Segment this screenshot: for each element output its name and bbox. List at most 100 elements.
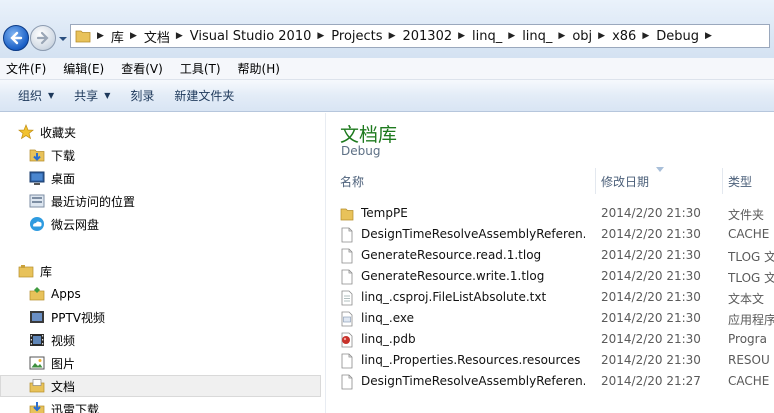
picture-icon: [29, 356, 45, 370]
file-name: linq_.csproj.FileListAbsolute.txt: [361, 290, 547, 304]
menu-file[interactable]: 文件(F): [6, 60, 46, 77]
chevron-down-icon: ▼: [48, 91, 55, 100]
breadcrumb-separator-icon[interactable]: ▶: [97, 31, 104, 41]
file-modified-date: 2014/2/20 21:30: [601, 332, 701, 346]
nav-item-desktop[interactable]: 桌面: [29, 167, 75, 189]
column-divider[interactable]: [722, 168, 723, 194]
file-modified-date: 2014/2/20 21:27: [601, 374, 701, 388]
breadcrumb-separator-icon[interactable]: ▶: [130, 31, 137, 41]
breadcrumb-item[interactable]: Debug: [656, 29, 699, 44]
nav-label: 图片: [51, 356, 76, 371]
share-button[interactable]: 共享 ▼: [74, 87, 110, 104]
nav-favorites[interactable]: 收藏夹: [18, 121, 76, 143]
nav-label: 微云网盘: [51, 217, 100, 232]
file-row[interactable]: linq_.pdb 2014/2/20 21:30 Progra: [326, 329, 774, 350]
arrow-right-icon: [36, 31, 49, 45]
star-icon: [18, 124, 34, 140]
file-icon: [341, 227, 353, 243]
file-type: TLOG 文: [728, 271, 774, 285]
nav-libraries[interactable]: 库: [18, 260, 52, 282]
breadcrumb-separator-icon[interactable]: ▶: [642, 31, 649, 41]
nav-item-pptv[interactable]: PPTV视频: [29, 306, 105, 328]
menu-tools[interactable]: 工具(T): [180, 60, 221, 77]
breadcrumb-separator-icon[interactable]: ▶: [458, 31, 465, 41]
nav-label: 库: [40, 264, 53, 279]
file-row[interactable]: linq_.csproj.FileListAbsolute.txt 2014/2/…: [326, 287, 774, 308]
menu-edit[interactable]: 编辑(E): [63, 60, 104, 77]
breadcrumb-item[interactable]: Visual Studio 2010: [190, 29, 312, 44]
new-folder-button[interactable]: 新建文件夹: [174, 87, 234, 104]
burn-button[interactable]: 刻录: [130, 87, 154, 104]
breadcrumb-separator-icon[interactable]: ▶: [705, 31, 712, 41]
file-modified-date: 2014/2/20 21:30: [601, 206, 701, 220]
arrow-left-icon: [10, 31, 23, 45]
nav-item-videos[interactable]: 视频: [29, 329, 75, 351]
breadcrumb-item[interactable]: linq_: [522, 29, 552, 44]
breadcrumb-separator-icon[interactable]: ▶: [598, 31, 605, 41]
breadcrumb-item[interactable]: 库: [111, 27, 124, 46]
breadcrumb-item[interactable]: obj: [572, 29, 592, 44]
breadcrumb-item[interactable]: Projects: [331, 29, 382, 44]
breadcrumb-separator-icon[interactable]: ▶: [317, 31, 324, 41]
file-row[interactable]: GenerateResource.read.1.tlog 2014/2/20 21…: [326, 245, 774, 266]
file-type: Progra: [728, 332, 767, 346]
nav-item-apps[interactable]: Apps: [29, 283, 81, 305]
nav-item-downloads[interactable]: 下载: [29, 144, 75, 166]
recent-pages-dropdown-icon[interactable]: [59, 35, 67, 43]
file-name: GenerateResource.write.1.tlog: [361, 269, 545, 283]
file-row[interactable]: TempPE 2014/2/20 21:30 文件夹: [326, 203, 774, 224]
nav-label: 下载: [51, 148, 76, 163]
breadcrumb-item[interactable]: x86: [612, 29, 636, 44]
column-header-type[interactable]: 类型: [728, 168, 774, 194]
file-icon: [341, 353, 353, 369]
file-row[interactable]: DesignTimeResolveAssemblyReferen... 2014/…: [326, 371, 774, 392]
file-modified-date: 2014/2/20 21:30: [601, 248, 701, 262]
forward-button[interactable]: [30, 25, 56, 51]
column-header-name[interactable]: 名称: [340, 168, 594, 194]
nav-item-thunder-downloads[interactable]: 迅雷下载: [29, 398, 99, 413]
file-row[interactable]: linq_.Properties.Resources.resources 2014…: [326, 350, 774, 371]
nav-item-recent-places[interactable]: 最近访问的位置: [29, 190, 135, 212]
file-name: GenerateResource.read.1.tlog: [361, 248, 542, 262]
file-name: linq_.pdb: [361, 332, 416, 346]
back-button[interactable]: [3, 25, 29, 51]
nav-label: 迅雷下载: [51, 402, 100, 413]
breadcrumb[interactable]: ▶ 库 ▶ 文档 ▶ Visual Studio 2010 ▶ Projects ▶ 20130…: [70, 24, 770, 48]
file-type: CACHE: [728, 227, 770, 241]
file-type: 应用程序: [728, 313, 774, 327]
file-modified-date: 2014/2/20 21:30: [601, 269, 701, 283]
nav-label: Apps: [51, 287, 81, 301]
breadcrumb-separator-icon[interactable]: ▶: [176, 31, 183, 41]
file-modified-date: 2014/2/20 21:30: [601, 353, 701, 367]
column-divider[interactable]: [595, 168, 596, 194]
nav-item-weiyun[interactable]: 微云网盘: [29, 213, 99, 235]
file-row[interactable]: DesignTimeResolveAssemblyReferen... 2014/…: [326, 224, 774, 245]
desktop-icon: [29, 171, 45, 185]
file-row[interactable]: GenerateResource.write.1.tlog 2014/2/20 2…: [326, 266, 774, 287]
menu-help[interactable]: 帮助(H): [238, 60, 280, 77]
breadcrumb-item[interactable]: linq_: [472, 29, 502, 44]
cloud-drive-icon: [30, 217, 44, 231]
breadcrumb-item[interactable]: 201302: [402, 29, 452, 44]
nav-label: 桌面: [51, 171, 76, 186]
share-label: 共享: [74, 89, 99, 103]
library-title: 文档库: [340, 124, 398, 146]
column-header-date[interactable]: 修改日期: [601, 168, 721, 194]
nav-item-documents[interactable]: 文档: [29, 375, 75, 397]
film-icon: [30, 334, 44, 346]
breadcrumb-separator-icon[interactable]: ▶: [558, 31, 565, 41]
breadcrumb-separator-icon[interactable]: ▶: [389, 31, 396, 41]
breadcrumb-item[interactable]: 文档: [144, 27, 170, 46]
file-row[interactable]: linq_.exe 2014/2/20 21:30 应用程序: [326, 308, 774, 329]
downloads-library-icon: [29, 402, 45, 413]
nav-item-pictures[interactable]: 图片: [29, 352, 75, 374]
apps-library-icon: [29, 287, 45, 301]
library-icon: [18, 265, 34, 278]
file-type: RESOU: [728, 353, 770, 367]
documents-library-icon: [29, 379, 45, 393]
file-type: TLOG 文: [728, 250, 774, 264]
pdb-icon: [341, 332, 353, 348]
organize-button[interactable]: 组织 ▼: [18, 87, 54, 104]
breadcrumb-separator-icon[interactable]: ▶: [508, 31, 515, 41]
menu-view[interactable]: 查看(V): [121, 60, 163, 77]
